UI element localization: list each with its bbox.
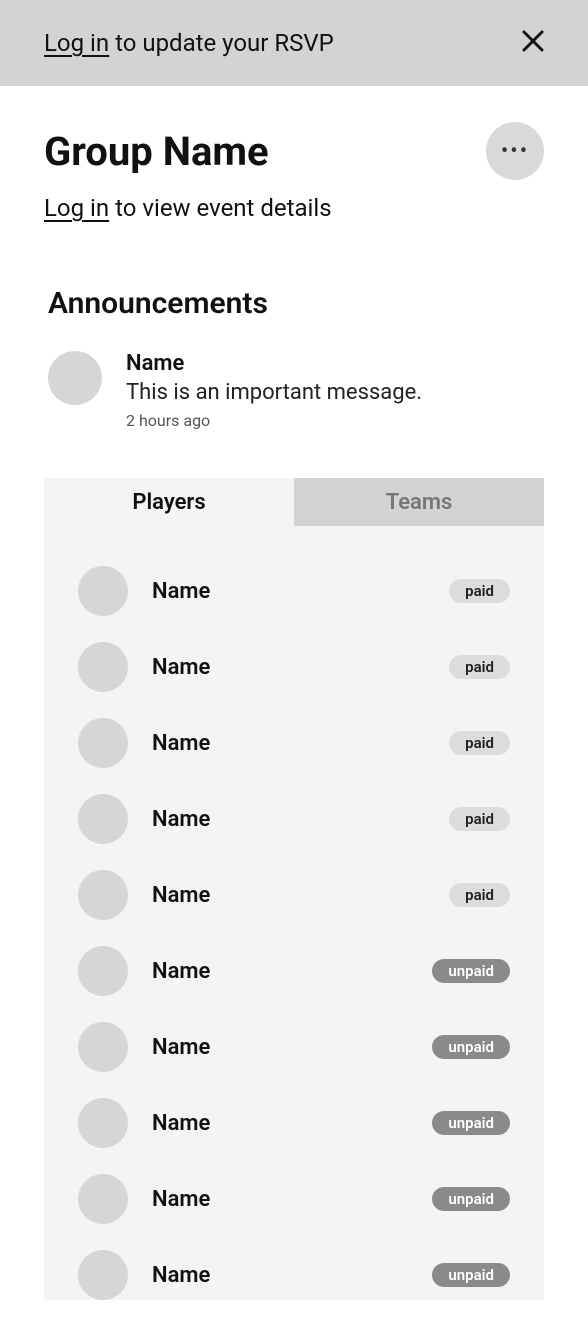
player-name: Name xyxy=(152,959,210,984)
player-row[interactable]: Name unpaid xyxy=(78,1022,510,1072)
subheader: Log in to view event details xyxy=(44,194,544,222)
main-content: Group Name ••• Log in to view event deta… xyxy=(0,86,588,1300)
players-list: Name paid Name paid Name paid Name paid Name paid… xyxy=(44,526,544,1300)
player-row[interactable]: Name paid xyxy=(78,642,510,692)
announcement-time: 2 hours ago xyxy=(126,411,422,430)
player-left: Name xyxy=(78,1250,210,1300)
rsvp-banner: Log in to update your RSVP xyxy=(0,0,588,86)
player-name: Name xyxy=(152,1263,210,1288)
player-row[interactable]: Name paid xyxy=(78,566,510,616)
avatar xyxy=(78,718,128,768)
avatar xyxy=(78,794,128,844)
avatar xyxy=(78,1174,128,1224)
status-badge: paid xyxy=(449,655,510,679)
player-row[interactable]: Name unpaid xyxy=(78,946,510,996)
avatar xyxy=(48,351,102,405)
status-badge: paid xyxy=(449,731,510,755)
login-link[interactable]: Log in xyxy=(44,194,109,222)
player-name: Name xyxy=(152,579,210,604)
player-row[interactable]: Name paid xyxy=(78,870,510,920)
player-name: Name xyxy=(152,731,210,756)
more-button[interactable]: ••• xyxy=(486,122,544,180)
header-row: Group Name ••• xyxy=(44,122,544,180)
status-badge: paid xyxy=(449,807,510,831)
close-icon[interactable] xyxy=(522,28,544,58)
player-name: Name xyxy=(152,655,210,680)
announcement-body: Name This is an important message. 2 hou… xyxy=(126,351,422,430)
player-row[interactable]: Name unpaid xyxy=(78,1098,510,1148)
announcements-section: Announcements Name This is an important … xyxy=(44,286,544,430)
status-badge: unpaid xyxy=(432,1035,510,1059)
status-badge: unpaid xyxy=(432,1263,510,1287)
player-name: Name xyxy=(152,1187,210,1212)
announcement-name: Name xyxy=(126,351,422,376)
group-title: Group Name xyxy=(44,128,269,175)
player-row[interactable]: Name paid xyxy=(78,794,510,844)
player-left: Name xyxy=(78,718,210,768)
close-x-icon xyxy=(522,30,544,52)
player-left: Name xyxy=(78,870,210,920)
subheader-rest: to view event details xyxy=(109,194,331,222)
announcement-message: This is an important message. xyxy=(126,380,422,405)
announcements-title: Announcements xyxy=(48,286,544,321)
avatar xyxy=(78,946,128,996)
announcement-item: Name This is an important message. 2 hou… xyxy=(48,351,544,430)
player-name: Name xyxy=(152,1035,210,1060)
avatar xyxy=(78,1250,128,1300)
player-left: Name xyxy=(78,642,210,692)
banner-rest: to update your RSVP xyxy=(109,29,334,57)
player-name: Name xyxy=(152,1111,210,1136)
status-badge: paid xyxy=(449,579,510,603)
player-left: Name xyxy=(78,1098,210,1148)
player-left: Name xyxy=(78,566,210,616)
avatar xyxy=(78,1098,128,1148)
status-badge: unpaid xyxy=(432,1187,510,1211)
login-link[interactable]: Log in xyxy=(44,29,109,57)
player-name: Name xyxy=(152,807,210,832)
avatar xyxy=(78,870,128,920)
player-left: Name xyxy=(78,1174,210,1224)
avatar xyxy=(78,1022,128,1072)
avatar xyxy=(78,642,128,692)
status-badge: paid xyxy=(449,883,510,907)
status-badge: unpaid xyxy=(432,1111,510,1135)
player-name: Name xyxy=(152,883,210,908)
player-left: Name xyxy=(78,794,210,844)
more-icon: ••• xyxy=(501,139,529,164)
player-row[interactable]: Name paid xyxy=(78,718,510,768)
player-row[interactable]: Name unpaid xyxy=(78,1250,510,1300)
tab-teams[interactable]: Teams xyxy=(294,478,544,526)
player-left: Name xyxy=(78,946,210,996)
player-left: Name xyxy=(78,1022,210,1072)
tab-players[interactable]: Players xyxy=(44,478,294,526)
player-row[interactable]: Name unpaid xyxy=(78,1174,510,1224)
banner-text: Log in to update your RSVP xyxy=(44,29,334,57)
tabs: Players Teams xyxy=(44,478,544,526)
status-badge: unpaid xyxy=(432,959,510,983)
avatar xyxy=(78,566,128,616)
tab-card: Players Teams NamepaidNamepaidNamepaidNa… xyxy=(44,478,544,1300)
